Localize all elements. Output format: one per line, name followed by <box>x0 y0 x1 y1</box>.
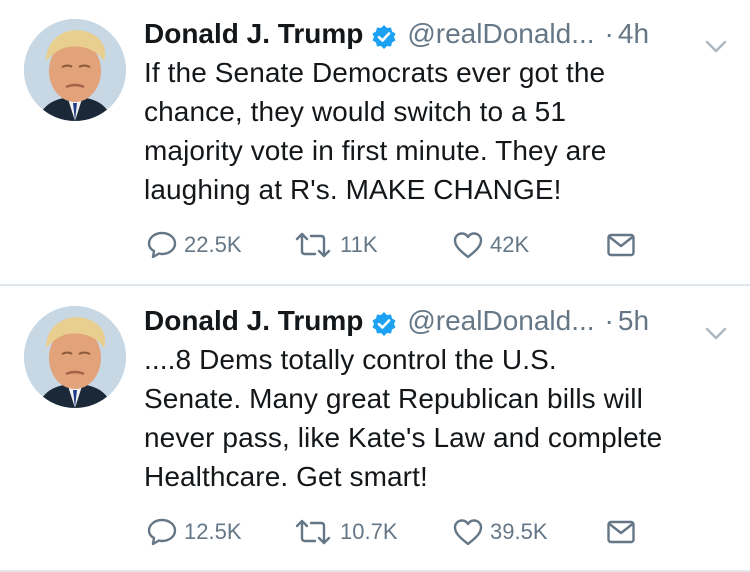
chevron-down-icon[interactable] <box>704 26 728 53</box>
tweet-text-line: ....8 Dems totally control the U.S. <box>144 344 557 375</box>
tweet-text-line: never pass, like Kate's Law and complete <box>144 422 663 453</box>
tweet-text-line: Senate. Many great Republican bills will <box>144 383 643 414</box>
timestamp[interactable]: 4h <box>618 14 649 54</box>
avatar[interactable] <box>24 306 126 408</box>
direct-message-icon <box>607 233 635 257</box>
retweet-count: 10.7K <box>340 519 398 544</box>
reply-icon <box>147 231 177 259</box>
retweet-icon <box>295 232 331 258</box>
separator-dot: · <box>604 18 614 49</box>
tweet-text-line: laughing at R's. MAKE CHANGE! <box>144 174 562 205</box>
reply-icon <box>147 518 177 546</box>
tweet[interactable]: Donald J. Trump @realDonald... · 5h ....8 D… <box>0 287 750 571</box>
reply-count: 22.5K <box>184 232 242 257</box>
like-icon <box>453 232 483 259</box>
timestamp[interactable]: 5h <box>618 301 649 341</box>
tweet-text-line: majority vote in first minute. They are <box>144 135 607 166</box>
direct-message-icon <box>607 520 635 544</box>
like-count: 42K <box>490 232 530 257</box>
retweet-count: 11K <box>340 232 378 257</box>
verified-badge-icon <box>371 21 397 49</box>
tweet[interactable]: Donald J. Trump @realDonald... · 4h If the … <box>0 0 750 284</box>
tweet-header: Donald J. Trump @realDonald... · 5h <box>144 301 728 341</box>
tweet-actions: 22.5K 11K 42K <box>146 228 646 262</box>
tweet-header: Donald J. Trump @realDonald... · 4h <box>144 14 728 54</box>
separator-dot: · <box>604 305 614 336</box>
chevron-down-icon[interactable] <box>704 313 728 340</box>
tweet-divider <box>0 284 750 286</box>
avatar[interactable] <box>24 19 126 121</box>
tweet-text-line: If the Senate Democrats ever got the <box>144 57 606 88</box>
tweet-actions: 12.5K 10.7K 39.5K <box>146 515 646 549</box>
tweet-text-line: Healthcare. Get smart! <box>144 461 428 492</box>
verified-badge-icon <box>371 308 397 336</box>
username[interactable]: @realDonald... <box>407 301 594 341</box>
like-icon <box>453 519 483 546</box>
tweet-text: ....8 Dems totally control the U.S. Sena… <box>144 340 734 496</box>
retweet-icon <box>295 519 331 545</box>
tweet-text: If the Senate Democrats ever got the cha… <box>144 53 734 209</box>
display-name[interactable]: Donald J. Trump <box>144 14 363 54</box>
username[interactable]: @realDonald... <box>407 14 594 54</box>
like-count: 39.5K <box>490 519 548 544</box>
tweet-text-line: chance, they would switch to a 51 <box>144 96 566 127</box>
reply-count: 12.5K <box>184 519 242 544</box>
display-name[interactable]: Donald J. Trump <box>144 301 363 341</box>
